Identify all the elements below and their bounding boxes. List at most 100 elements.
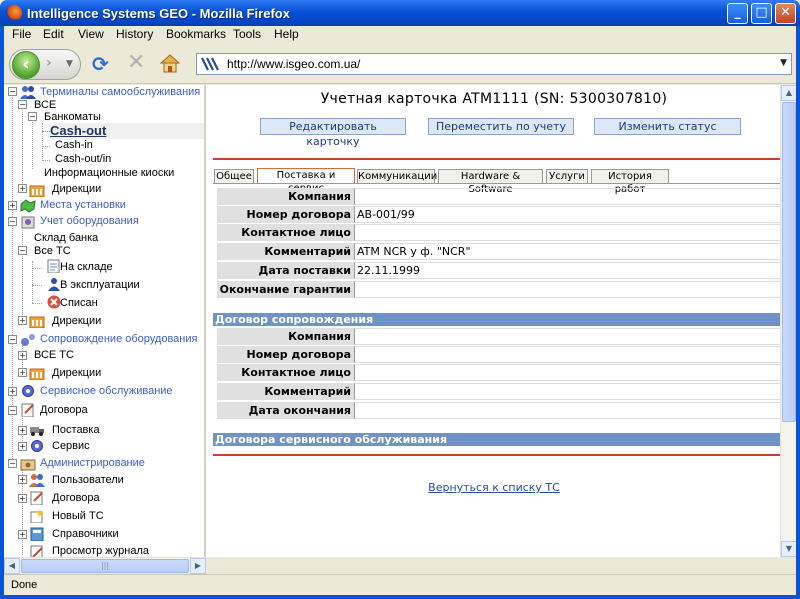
scroll-down-arrow-icon[interactable]: ▼ bbox=[781, 541, 797, 557]
journal-icon bbox=[30, 545, 43, 557]
menu-view[interactable]: View bbox=[78, 27, 104, 41]
horizontal-scrollbar[interactable]: ◀ ||| ▶ bbox=[4, 557, 206, 574]
collapse-toggle[interactable]: − bbox=[8, 459, 17, 468]
tree-item-directorates[interactable]: Дирекции bbox=[52, 183, 101, 195]
menu-bookmarks[interactable]: Bookmarks bbox=[166, 27, 226, 41]
tree-item-all-ts[interactable]: Все ТС bbox=[34, 245, 71, 257]
tab-communications[interactable]: Коммуникации bbox=[357, 169, 437, 184]
tree-item-atms[interactable]: Банкоматы bbox=[44, 111, 101, 123]
collapse-toggle[interactable]: − bbox=[18, 246, 27, 255]
history-dropdown-icon[interactable]: ▼ bbox=[66, 59, 73, 69]
tree-item-service[interactable]: Сервисное обслуживание bbox=[40, 385, 173, 397]
tree-item-in-stock[interactable]: На складе bbox=[60, 261, 113, 273]
tree-item-kiosks[interactable]: Информационные киоски bbox=[44, 167, 174, 179]
collapse-toggle[interactable]: − bbox=[28, 112, 37, 121]
tree-item-all[interactable]: ВСЕ bbox=[34, 99, 56, 111]
tree-item-cash-out-in[interactable]: Cash-out/in bbox=[55, 153, 111, 165]
back-button[interactable]: ‹ bbox=[12, 51, 40, 79]
tree-item-users[interactable]: Пользователи bbox=[52, 474, 124, 486]
url-dropdown-icon[interactable]: ▼ bbox=[780, 58, 787, 68]
expand-toggle[interactable]: + bbox=[18, 368, 27, 377]
tree-item-service-contracts[interactable]: Сервис bbox=[52, 440, 90, 452]
url-input[interactable] bbox=[227, 56, 767, 72]
contract-icon bbox=[30, 491, 43, 505]
tree-item-equipment[interactable]: Учет оборудования bbox=[40, 215, 139, 227]
tree-item-in-operation[interactable]: В эксплуатации bbox=[60, 279, 140, 291]
field-value bbox=[354, 188, 780, 205]
tree-item-decommissioned[interactable]: Списан bbox=[60, 297, 98, 309]
vertical-scrollbar[interactable]: ▲ ▼ bbox=[780, 85, 797, 557]
tree-item-contracts[interactable]: Договора bbox=[40, 404, 88, 416]
field-value bbox=[354, 346, 780, 363]
tree-item-administration[interactable]: Администрирование bbox=[40, 457, 145, 469]
tree-item-supply[interactable]: Поставка bbox=[52, 424, 100, 436]
expand-toggle[interactable]: + bbox=[18, 184, 27, 193]
expand-toggle[interactable]: + bbox=[18, 442, 27, 451]
menu-edit[interactable]: Edit bbox=[43, 27, 64, 41]
expand-toggle[interactable]: + bbox=[8, 387, 17, 396]
scroll-left-arrow-icon[interactable]: ◀ bbox=[4, 558, 20, 574]
collapse-toggle[interactable]: − bbox=[8, 217, 17, 226]
reload-button[interactable]: ⟳ bbox=[92, 54, 109, 74]
tree-item-bank-warehouse[interactable]: Склад банка bbox=[34, 232, 98, 244]
home-button[interactable] bbox=[159, 53, 181, 73]
expand-toggle[interactable]: + bbox=[18, 316, 27, 325]
collapse-toggle[interactable]: − bbox=[8, 335, 17, 344]
tree-item-directorates[interactable]: Дирекции bbox=[52, 315, 101, 327]
menu-tools[interactable]: Tools bbox=[233, 27, 261, 41]
expand-toggle[interactable]: + bbox=[18, 475, 27, 484]
tree-item-new-ts[interactable]: Новый ТС bbox=[52, 510, 104, 522]
field-value bbox=[354, 328, 780, 345]
forward-button[interactable]: › bbox=[46, 55, 52, 71]
navigation-tree: − − − + + − − + − + + + − + + − + + + Те… bbox=[4, 85, 206, 557]
menu-file[interactable]: File bbox=[12, 27, 31, 41]
back-to-list-link[interactable]: Вернуться к списку ТС bbox=[208, 481, 780, 494]
menu-history[interactable]: History bbox=[116, 27, 153, 41]
tab-hardware-software[interactable]: Hardware & Software bbox=[438, 169, 543, 195]
card-pane: Учетная карточка ATM1111 (SN: 5300307810… bbox=[208, 85, 780, 557]
minimize-button[interactable]: _ bbox=[727, 3, 748, 24]
tab-work-history[interactable]: История работ bbox=[591, 169, 669, 195]
move-button[interactable]: Переместить по учету bbox=[428, 118, 574, 135]
tree-item-locations[interactable]: Места установки bbox=[40, 199, 126, 211]
tree-item-journal[interactable]: Просмотр журнала bbox=[52, 545, 149, 557]
tab-supply-service[interactable]: Поставка и сервис bbox=[257, 168, 355, 194]
expand-toggle[interactable]: + bbox=[8, 201, 17, 210]
address-bar[interactable]: ▼ bbox=[196, 53, 792, 75]
scroll-thumb[interactable]: ||| bbox=[21, 559, 189, 573]
scroll-right-arrow-icon[interactable]: ▶ bbox=[190, 558, 206, 574]
tree-item-all-ts[interactable]: ВСЕ ТС bbox=[34, 349, 74, 361]
tree-item-cash-in[interactable]: Cash-in bbox=[55, 139, 93, 151]
tab-general[interactable]: Общее bbox=[214, 169, 254, 184]
tree-item-contracts-admin[interactable]: Договора bbox=[52, 492, 100, 504]
section-header: Договора сервисного обслуживания bbox=[213, 433, 780, 446]
section-header: Договор сопровождения bbox=[213, 313, 780, 326]
scroll-corner bbox=[206, 557, 796, 573]
change-status-button[interactable]: Изменить статус bbox=[594, 118, 741, 135]
scroll-up-arrow-icon[interactable]: ▲ bbox=[781, 85, 797, 101]
collapse-toggle[interactable]: − bbox=[8, 87, 17, 96]
field-label: Компания bbox=[217, 188, 354, 205]
tree-item-cash-out[interactable]: Cash-out bbox=[50, 123, 106, 138]
field-value bbox=[354, 224, 780, 241]
tree-item-references[interactable]: Справочники bbox=[52, 528, 119, 540]
field-value: AB-001/99 bbox=[354, 206, 780, 223]
expand-toggle[interactable]: + bbox=[18, 351, 27, 360]
scroll-thumb[interactable] bbox=[782, 102, 796, 422]
tree-item-maintenance[interactable]: Сопровождение оборудования bbox=[40, 333, 197, 345]
tab-services[interactable]: Услуги bbox=[546, 169, 588, 184]
collapse-toggle[interactable]: − bbox=[18, 100, 27, 109]
tree-item-terminals[interactable]: Терминалы самообслуживания bbox=[40, 86, 200, 98]
edit-card-button[interactable]: Редактировать карточку bbox=[260, 118, 406, 148]
collapse-toggle[interactable]: − bbox=[8, 406, 17, 415]
expand-toggle[interactable]: + bbox=[18, 494, 27, 503]
close-button[interactable]: ✕ bbox=[775, 3, 796, 24]
menu-help[interactable]: Help bbox=[274, 27, 299, 41]
maximize-button[interactable]: □ bbox=[751, 3, 772, 24]
tree-item-directorates[interactable]: Дирекции bbox=[52, 367, 101, 379]
expand-toggle[interactable]: + bbox=[18, 530, 27, 539]
tab-divider bbox=[213, 183, 780, 184]
expand-toggle[interactable]: + bbox=[18, 426, 27, 435]
stop-button[interactable]: ✕ bbox=[127, 52, 145, 74]
field-value: 22.11.1999 bbox=[354, 262, 780, 279]
